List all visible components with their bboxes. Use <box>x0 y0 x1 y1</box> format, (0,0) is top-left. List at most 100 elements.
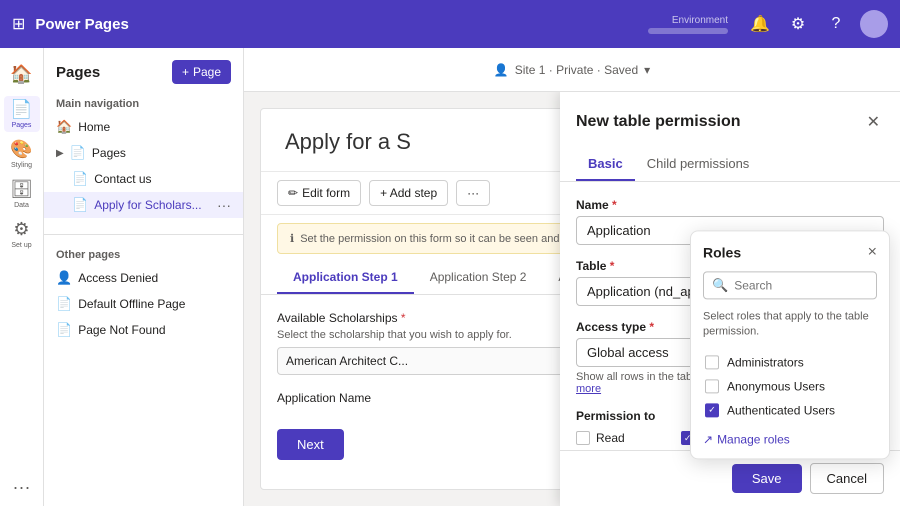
topbar: ⊞ Power Pages Environment 🔔 ⚙ ? <box>0 0 900 48</box>
perm-read-label: Read <box>596 431 625 445</box>
panel-tab-child-permissions[interactable]: Child permissions <box>635 148 762 181</box>
sidebar-icon-data[interactable]: 🗄 Data <box>4 176 40 212</box>
role-authenticated-checkbox[interactable]: ✓ <box>705 403 719 417</box>
add-page-plus: + <box>182 65 189 79</box>
avatar[interactable] <box>860 10 888 38</box>
pages-panel-header: Pages + Page <box>44 60 243 92</box>
access-type-required: * <box>649 320 654 334</box>
edit-form-label: Edit form <box>302 186 350 200</box>
apply-nav-icon: 📄 <box>72 197 88 213</box>
help-icon[interactable]: ? <box>822 10 850 38</box>
panel-tab-basic[interactable]: Basic <box>576 148 635 181</box>
sidebar-icon-styling[interactable]: 🎨 Styling <box>4 136 40 172</box>
cancel-button[interactable]: Cancel <box>810 463 884 494</box>
roles-search-box[interactable]: 🔍 <box>703 271 877 299</box>
sidebar-item-offline[interactable]: 📄 Default Offline Page <box>44 291 243 317</box>
not-found-icon: 📄 <box>56 322 72 338</box>
edit-form-button[interactable]: ✏ Edit form <box>277 180 361 206</box>
edit-form-icon: ✏ <box>288 186 298 200</box>
setup-icon-label: Set up <box>11 242 31 249</box>
panel-header-row: New table permission ✕ <box>576 108 884 136</box>
name-label: Name * <box>576 198 884 212</box>
more-options-button[interactable]: ··· <box>456 180 490 206</box>
other-pages-section: Other pages 👤 Access Denied 📄 Default Of… <box>44 243 243 351</box>
role-anonymous-label: Anonymous Users <box>727 379 825 393</box>
pages-panel-title: Pages <box>56 64 100 81</box>
content-area: 👤 Site 1 · Private · Saved ▾ Apply for a… <box>244 48 900 506</box>
env-info: Environment <box>648 15 728 34</box>
main-layout: 🏠 📄 Pages 🎨 Styling 🗄 Data ⚙ Set up ··· … <box>0 48 900 506</box>
env-label: Environment <box>672 15 728 26</box>
tab-application-step-1[interactable]: Application Step 1 <box>277 262 414 294</box>
site-dropdown-icon[interactable]: ▾ <box>644 63 650 77</box>
home-nav-icon: 🏠 <box>56 119 72 135</box>
sidebar-item-pages-label: Pages <box>92 146 126 160</box>
access-denied-label: Access Denied <box>78 271 158 285</box>
topbar-right: Environment 🔔 ⚙ ? <box>648 10 888 38</box>
main-nav-section: Main navigation 🏠 Home ▶ 📄 Pages 📄 Conta… <box>44 92 243 226</box>
add-step-button[interactable]: + Add step <box>369 180 448 206</box>
sidebar-item-pages[interactable]: ▶ 📄 Pages <box>44 140 243 166</box>
sidebar-more-icon[interactable]: ··· <box>13 477 31 498</box>
main-nav-title: Main navigation <box>44 92 243 114</box>
site-icon: 👤 <box>494 63 509 77</box>
scholarships-required: * <box>401 311 406 325</box>
add-page-button[interactable]: + Page <box>172 60 231 84</box>
roles-search-icon: 🔍 <box>712 277 728 293</box>
site-info: Site 1 · Private · Saved <box>515 63 638 77</box>
role-administrators-checkbox[interactable] <box>705 355 719 369</box>
panel-tabs: Basic Child permissions <box>576 148 884 181</box>
role-option-anonymous[interactable]: Anonymous Users <box>703 374 877 398</box>
sidebar-icon-home[interactable]: 🏠 <box>4 56 40 92</box>
tab-application-step-2[interactable]: Application Step 2 <box>414 262 543 294</box>
name-required: * <box>612 198 617 212</box>
styling-icon: 🎨 <box>10 139 32 160</box>
content-topbar: 👤 Site 1 · Private · Saved ▾ <box>244 48 900 92</box>
role-administrators-label: Administrators <box>727 355 804 369</box>
sidebar-item-not-found[interactable]: 📄 Page Not Found <box>44 317 243 343</box>
sidebar-icon-pages[interactable]: 📄 Pages <box>4 96 40 132</box>
role-anonymous-checkbox[interactable] <box>705 379 719 393</box>
roles-dropdown-title: Roles <box>703 244 741 260</box>
nav-divider <box>44 234 243 235</box>
sidebar-item-apply-label: Apply for Scholars... <box>94 198 201 212</box>
perm-read-checkbox[interactable] <box>576 431 590 445</box>
panel-header: New table permission ✕ Basic Child permi… <box>560 92 900 182</box>
data-icon: 🗄 <box>10 179 33 200</box>
grid-icon[interactable]: ⊞ <box>12 14 25 34</box>
panel-close-button[interactable]: ✕ <box>863 108 884 136</box>
panel-title: New table permission <box>576 113 741 131</box>
pages-panel: Pages + Page Main navigation 🏠 Home ▶ 📄 … <box>44 48 244 506</box>
sidebar-item-apply[interactable]: 📄 Apply for Scholars... ··· <box>44 192 243 218</box>
pages-nav-icon: 📄 <box>70 145 86 161</box>
app-title: Power Pages <box>35 16 648 33</box>
notification-icon[interactable]: 🔔 <box>746 10 774 38</box>
add-step-label: + Add step <box>380 186 437 200</box>
role-option-administrators[interactable]: Administrators <box>703 350 877 374</box>
manage-roles-icon: ↗ <box>703 432 713 446</box>
icon-sidebar: 🏠 📄 Pages 🎨 Styling 🗄 Data ⚙ Set up ··· <box>0 48 44 506</box>
roles-dropdown-close-button[interactable]: × <box>868 243 877 261</box>
sidebar-item-home[interactable]: 🏠 Home <box>44 114 243 140</box>
table-required: * <box>610 259 615 273</box>
sidebar-item-access-denied[interactable]: 👤 Access Denied <box>44 265 243 291</box>
sidebar-item-contact[interactable]: 📄 Contact us <box>44 166 243 192</box>
save-button[interactable]: Save <box>732 464 802 493</box>
role-option-authenticated[interactable]: ✓ Authenticated Users <box>703 398 877 422</box>
setup-icon: ⚙ <box>13 219 29 240</box>
apply-nav-dots[interactable]: ··· <box>217 197 231 213</box>
sidebar-icon-setup[interactable]: ⚙ Set up <box>4 216 40 252</box>
new-table-permission-panel: New table permission ✕ Basic Child permi… <box>560 92 900 506</box>
settings-icon[interactable]: ⚙ <box>784 10 812 38</box>
pages-icon: 📄 <box>10 99 32 120</box>
add-page-label: Page <box>193 65 221 79</box>
next-button[interactable]: Next <box>277 429 344 460</box>
access-denied-icon: 👤 <box>56 270 72 286</box>
env-bar <box>648 28 728 34</box>
roles-search-input[interactable] <box>734 278 868 292</box>
sidebar-item-contact-label: Contact us <box>94 172 151 186</box>
content-main: Apply for a S ✏ Edit form + Add step ···… <box>244 92 900 506</box>
manage-roles-link[interactable]: ↗ Manage roles <box>703 432 790 446</box>
roles-desc: Select roles that apply to the table per… <box>703 309 877 340</box>
perm-read: Read <box>576 431 675 445</box>
